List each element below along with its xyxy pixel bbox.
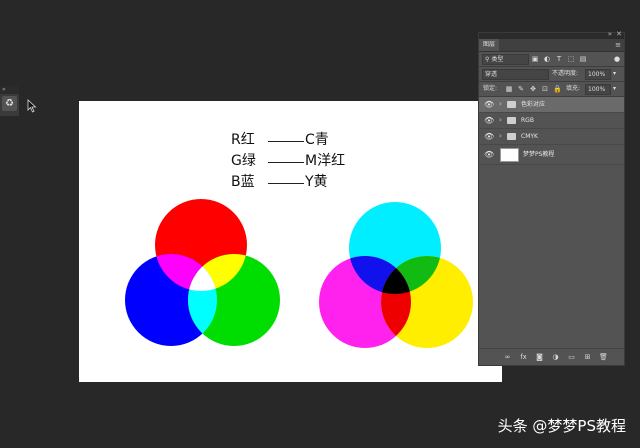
layer-name: RGB: [521, 117, 534, 124]
adjustment-icon[interactable]: ◑: [551, 353, 560, 362]
lock-position-icon[interactable]: ✥: [529, 85, 537, 93]
lock-artboard-icon[interactable]: ⊡: [541, 85, 549, 93]
mini-panel-header[interactable]: »: [0, 86, 19, 94]
mini-tool-panel: » ♻: [0, 86, 19, 116]
label-r-red: R红: [231, 132, 255, 148]
layer-item-rgb[interactable]: 👁 › RGB: [479, 113, 624, 129]
layers-tab-bar: 图层 ≡: [479, 39, 624, 52]
visibility-eye-icon[interactable]: 👁: [484, 132, 494, 141]
trash-icon[interactable]: 🗑: [599, 353, 608, 362]
filter-toggle-icon[interactable]: ●: [613, 55, 621, 63]
mouse-cursor-icon: [27, 99, 37, 113]
fill-dropdown-icon[interactable]: ▾: [613, 85, 616, 93]
tab-layers[interactable]: 图层: [479, 39, 500, 51]
label-g-green: G绿: [231, 153, 256, 169]
lock-row: 锁定: ▦ ✎ ✥ ⊡ 🔒 填充: 100% ▾: [479, 82, 624, 96]
expand-chevron-icon[interactable]: ›: [499, 100, 502, 109]
filter-row: ⚲ 类型 ▣ ◐ T ⬚ ▤ ●: [479, 52, 624, 66]
filter-adjustment-icon[interactable]: ◐: [543, 55, 551, 63]
cmy-circles: [319, 202, 473, 348]
watermark-text: 头条 @梦梦PS教程: [497, 417, 626, 435]
filter-pixel-icon[interactable]: ▣: [531, 55, 539, 63]
tool-preset-icon[interactable]: ♻: [2, 96, 17, 111]
lock-all-icon[interactable]: 🔒: [553, 85, 562, 93]
blend-mode-select[interactable]: 穿透: [482, 69, 549, 80]
filter-type-icon[interactable]: T: [555, 55, 563, 63]
lock-transparent-icon[interactable]: ▦: [505, 85, 513, 93]
lock-image-icon[interactable]: ✎: [517, 85, 525, 93]
opacity-input[interactable]: 100%: [585, 69, 611, 80]
collapse-arrows-icon[interactable]: »: [608, 30, 612, 38]
panel-menu-icon[interactable]: ≡: [615, 39, 621, 51]
color-circles-diagram: [125, 199, 473, 348]
layers-bottom-toolbar: ∞ fx ◙ ◑ ▭ ⊞ 🗑: [479, 348, 624, 365]
filter-shape-icon[interactable]: ⬚: [567, 55, 575, 63]
lock-label: 锁定:: [483, 85, 498, 92]
opacity-dropdown-icon[interactable]: ▾: [613, 70, 616, 78]
folder-icon: [507, 117, 516, 124]
blend-row: 穿透 不透明度: 100% ▾: [479, 67, 624, 81]
filter-smartobject-icon[interactable]: ▤: [579, 55, 587, 63]
rgb-circles: [125, 199, 280, 346]
dash-line-1: [268, 141, 304, 142]
filter-kind-value: 类型: [491, 56, 504, 63]
expand-chevron-icon[interactable]: ›: [499, 116, 502, 125]
layer-item-background[interactable]: 👁 梦梦PS教程: [479, 145, 624, 165]
fill-label: 填充:: [566, 85, 581, 92]
dash-line-3: [268, 183, 304, 184]
layer-thumbnail: [500, 148, 519, 162]
new-layer-icon[interactable]: ⊞: [583, 353, 592, 362]
mask-icon[interactable]: ◙: [535, 353, 544, 362]
layer-name: 色彩对应: [521, 101, 546, 108]
link-icon[interactable]: ∞: [503, 353, 512, 362]
visibility-eye-icon[interactable]: 👁: [484, 100, 494, 109]
layer-item-color-mapping[interactable]: 👁 › 色彩对应: [479, 97, 624, 113]
layer-name: 梦梦PS教程: [523, 151, 555, 158]
visibility-eye-icon[interactable]: 👁: [484, 116, 494, 125]
label-m-magenta: M洋红: [305, 153, 346, 169]
label-b-blue: B蓝: [231, 174, 255, 190]
opacity-label: 不透明度:: [552, 70, 579, 77]
layer-name: CMYK: [521, 133, 538, 140]
fill-input[interactable]: 100%: [585, 84, 611, 95]
expand-chevron-icon[interactable]: ›: [499, 132, 502, 141]
close-icon[interactable]: ✕: [616, 30, 622, 38]
fx-icon[interactable]: fx: [519, 353, 528, 362]
label-y-yellow: Y黄: [305, 174, 328, 190]
visibility-eye-icon[interactable]: 👁: [484, 150, 494, 159]
folder-icon[interactable]: ▭: [567, 353, 576, 362]
document-canvas[interactable]: R红 C青 G绿 M洋红 B蓝 Y黄: [79, 101, 502, 382]
folder-icon: [507, 101, 516, 108]
layer-item-cmyk[interactable]: 👁 › CMYK: [479, 129, 624, 145]
layers-panel: » ✕ 图层 ≡ ⚲ 类型 ▣ ◐ T ⬚ ▤ ● 穿透 不透明度: 100% …: [478, 30, 625, 366]
folder-icon: [507, 133, 516, 140]
label-c-cyan: C青: [305, 132, 329, 148]
filter-kind-select[interactable]: ⚲ 类型: [482, 54, 529, 65]
dash-line-2: [268, 162, 304, 163]
